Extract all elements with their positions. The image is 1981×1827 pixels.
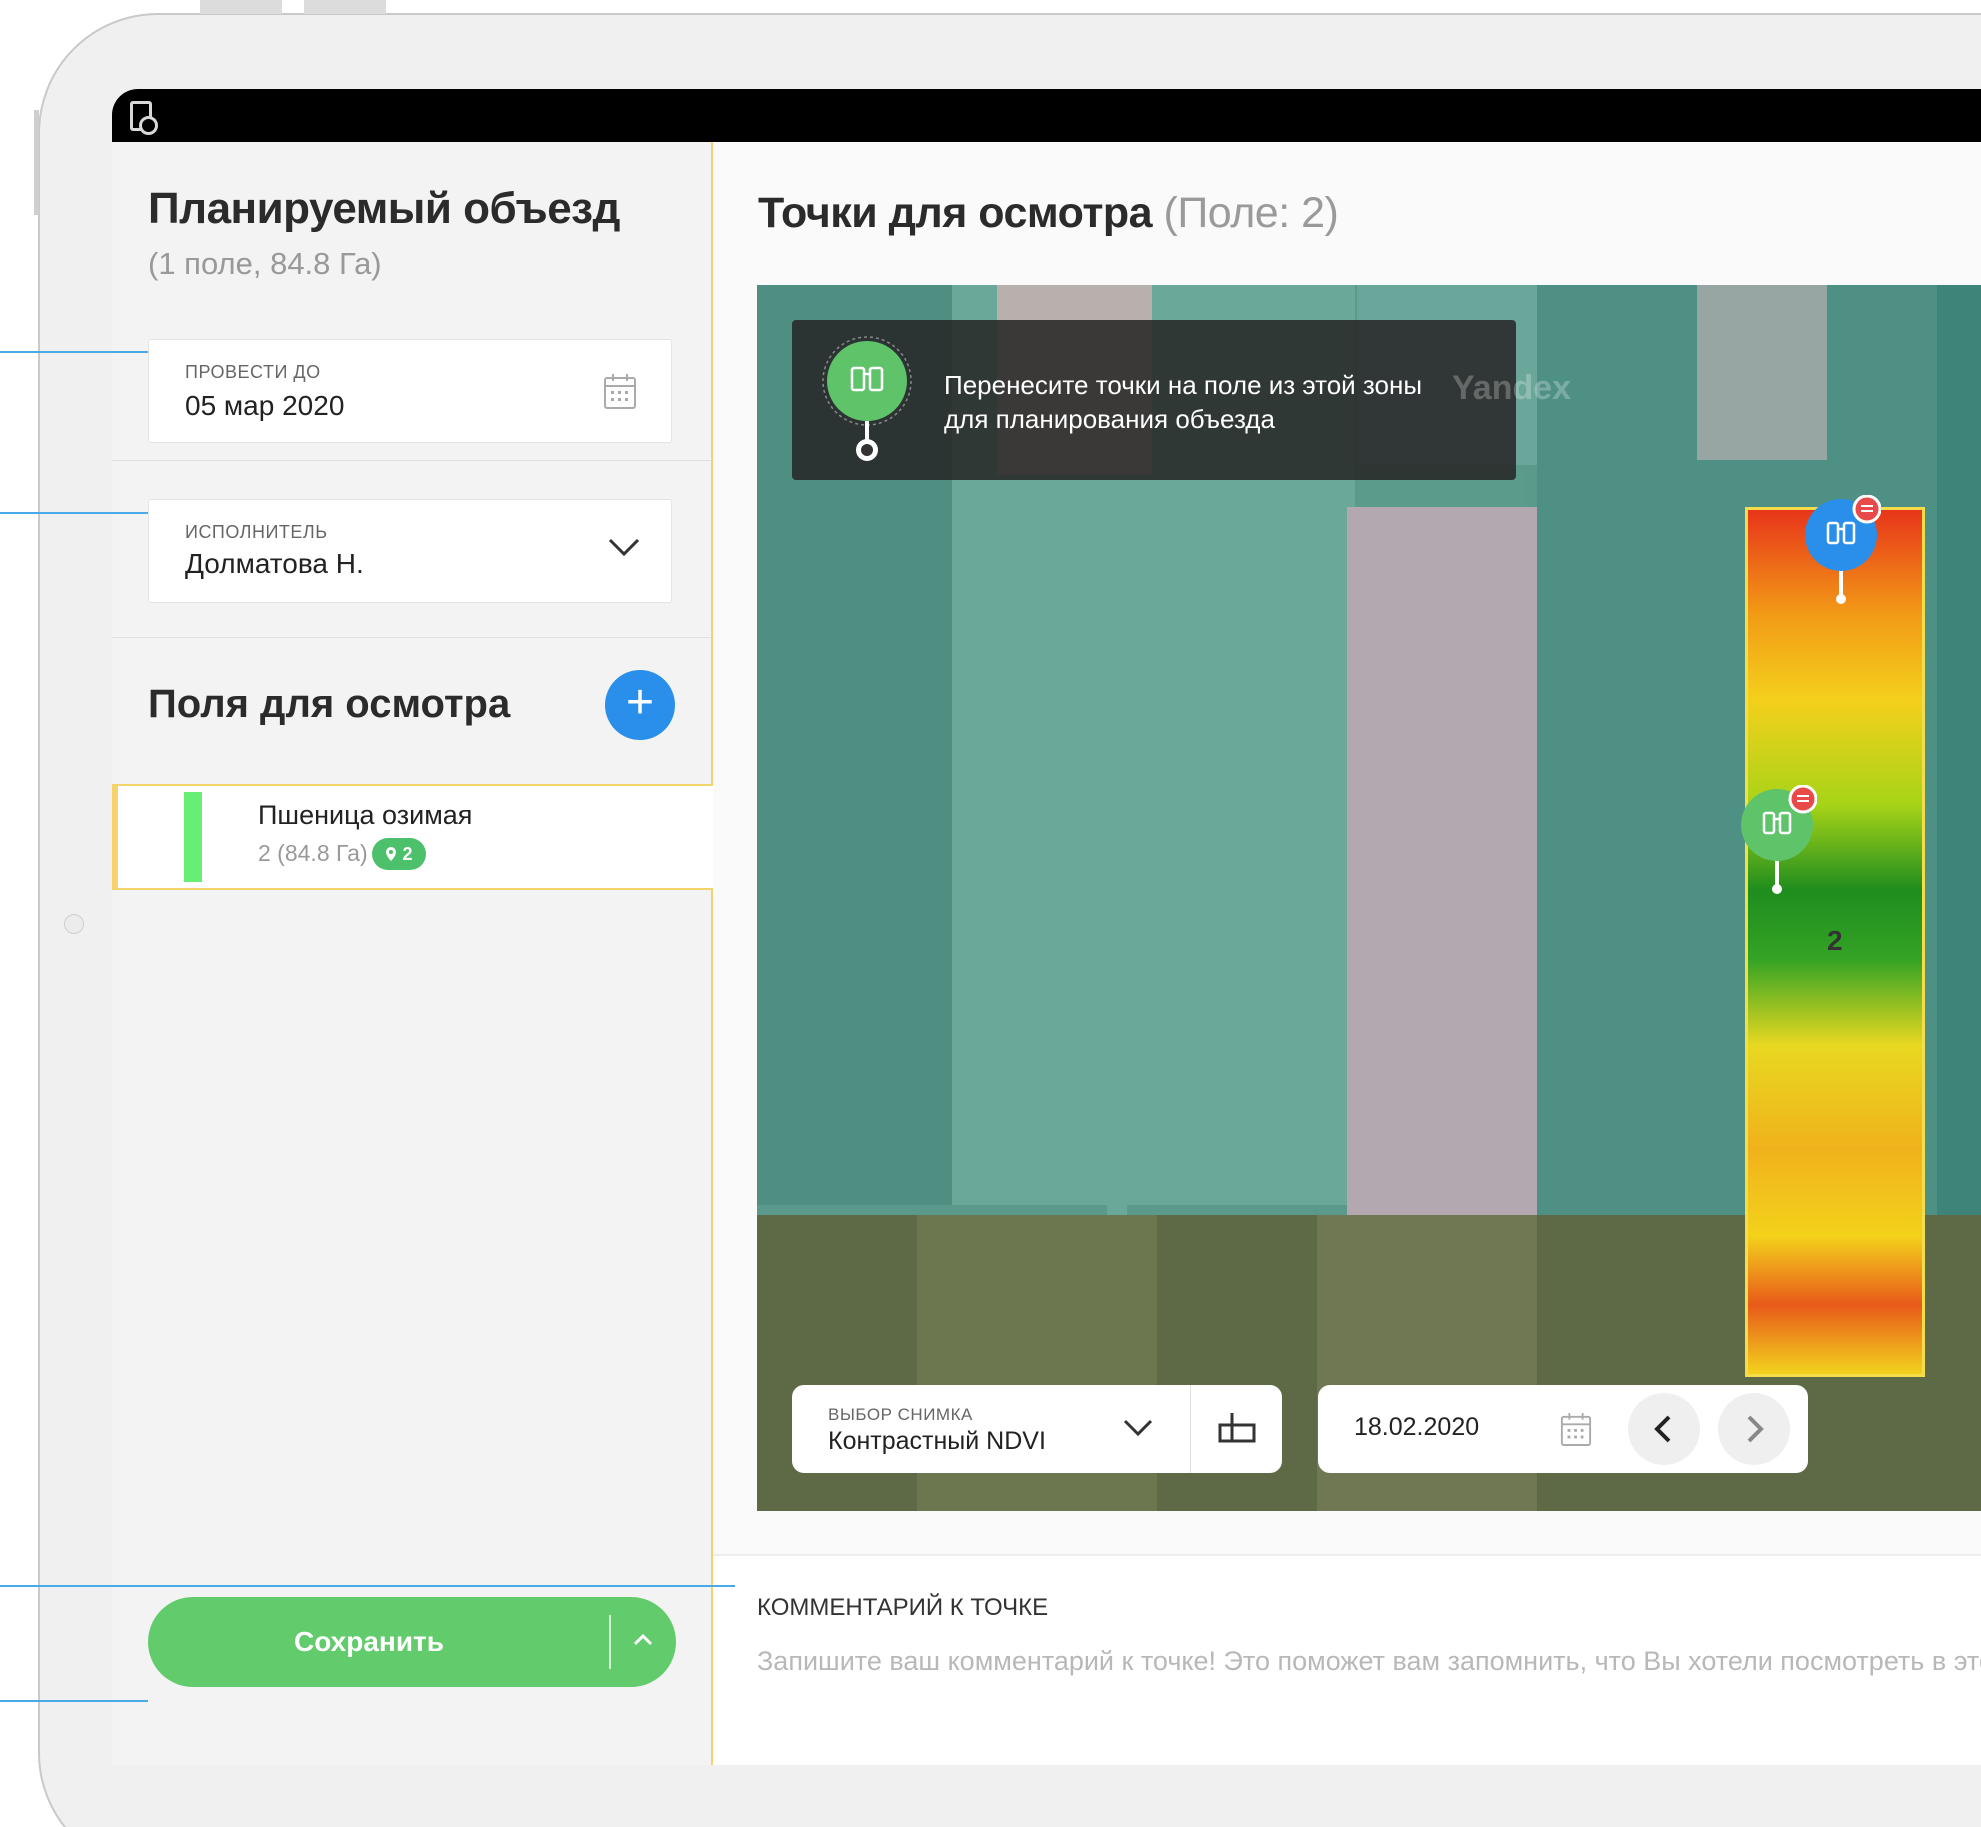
field-meta: 2 (84.8 Га) [258,840,368,866]
map-terrain [1697,285,1827,460]
draggable-point-source[interactable] [822,336,912,466]
hint-text: Перенесите точки на поле из этой зоны дл… [944,370,1423,434]
map[interactable]: 2 Перенесите точки на поле из этой зоны … [757,285,1981,1511]
annotation-line [0,351,148,353]
deadline-label: ПРОВЕСТИ ДО [185,362,321,382]
previous-date-button[interactable] [1628,1393,1700,1465]
deadline-field[interactable]: ПРОВЕСТИ ДО 05 мар 2020 [148,339,672,443]
drag-points-hint: Перенесите точки на поле из этой зоны дл… [792,320,1516,480]
chevron-down-icon[interactable] [607,536,641,563]
inspection-point-blue[interactable] [1801,494,1882,605]
map-pin-icon [386,847,397,861]
layer-value: Контрастный NDVI [828,1427,1046,1455]
calendar-icon[interactable] [1560,1411,1592,1452]
chevron-up-icon[interactable] [622,1619,664,1666]
divider [609,1615,611,1669]
divider [1190,1385,1191,1473]
tablet-camera [64,914,84,934]
divider [112,637,711,638]
chevron-down-icon[interactable] [1122,1417,1154,1444]
sidebar: Планируемый объезд (1 поле, 84.8 Га) ПРО… [112,142,713,1765]
layer-select[interactable]: ВЫБОР СНИМКА Контрастный NDVI [792,1385,1282,1473]
field-color-bar [184,792,202,882]
main-title-suffix: (Поле: 2) [1163,189,1339,237]
chevron-right-icon [1747,1415,1764,1443]
fields-heading: Поля для осмотра [148,682,511,726]
map-terrain [1347,507,1537,1227]
comment-input[interactable]: Запишите ваш комментарий к точке! Это по… [757,1646,1981,1677]
tablet-top-button [304,0,386,14]
point-comment: КОММЕНТАРИЙ К ТОЧКЕ Запишите ваш коммент… [713,1556,1981,1765]
save-button-label: Сохранить [294,1626,444,1657]
comment-label: КОММЕНТАРИЙ К ТОЧКЕ [757,1594,1049,1621]
compare-layers-icon[interactable] [1217,1411,1257,1450]
map-terrain [1107,1025,1127,1215]
map-watermark: Yandex [1452,369,1572,407]
tablet-side-button [34,110,39,215]
divider [112,460,711,461]
inspection-point-green[interactable] [1737,784,1818,895]
tablet-top-button [200,0,282,14]
save-button[interactable]: Сохранить [148,1597,676,1687]
date-picker[interactable]: 18.02.2020 [1318,1385,1808,1473]
status-bar [112,89,1981,142]
layer-label: ВЫБОР СНИМКА [828,1405,973,1424]
points-count-badge: 2 [372,838,426,870]
annotation-line [0,1700,148,1702]
deadline-value: 05 мар 2020 [185,390,345,421]
assignee-select[interactable]: ИСПОЛНИТЕЛЬ Долматова Н. [148,499,672,603]
chevron-left-icon [1654,1415,1671,1443]
annotation-line [0,1585,735,1587]
add-field-button[interactable]: + [605,670,675,740]
points-count: 2 [402,844,413,864]
assignee-value: Долматова Н. [185,548,364,579]
app-screen: Планируемый объезд (1 поле, 84.8 Га) ПРО… [112,89,1981,1765]
page-subtitle: (1 поле, 84.8 Га) [148,246,382,281]
field-list-item[interactable]: Пшеница озимая 2 (84.8 Га) 2 [112,784,713,890]
date-value: 18.02.2020 [1354,1413,1480,1441]
main-title-text: Точки для осмотра [758,189,1153,237]
next-date-button[interactable] [1718,1393,1790,1465]
assignee-label: ИСПОЛНИТЕЛЬ [185,522,328,542]
main-title: Точки для осмотра (Поле: 2) [758,189,1339,238]
field-name: Пшеница озимая [258,800,473,830]
document-clock-icon [130,101,158,135]
annotation-line [0,512,148,514]
page-title: Планируемый объезд [148,184,620,233]
calendar-icon[interactable] [603,372,637,415]
field-number-label: 2 [1827,925,1843,956]
